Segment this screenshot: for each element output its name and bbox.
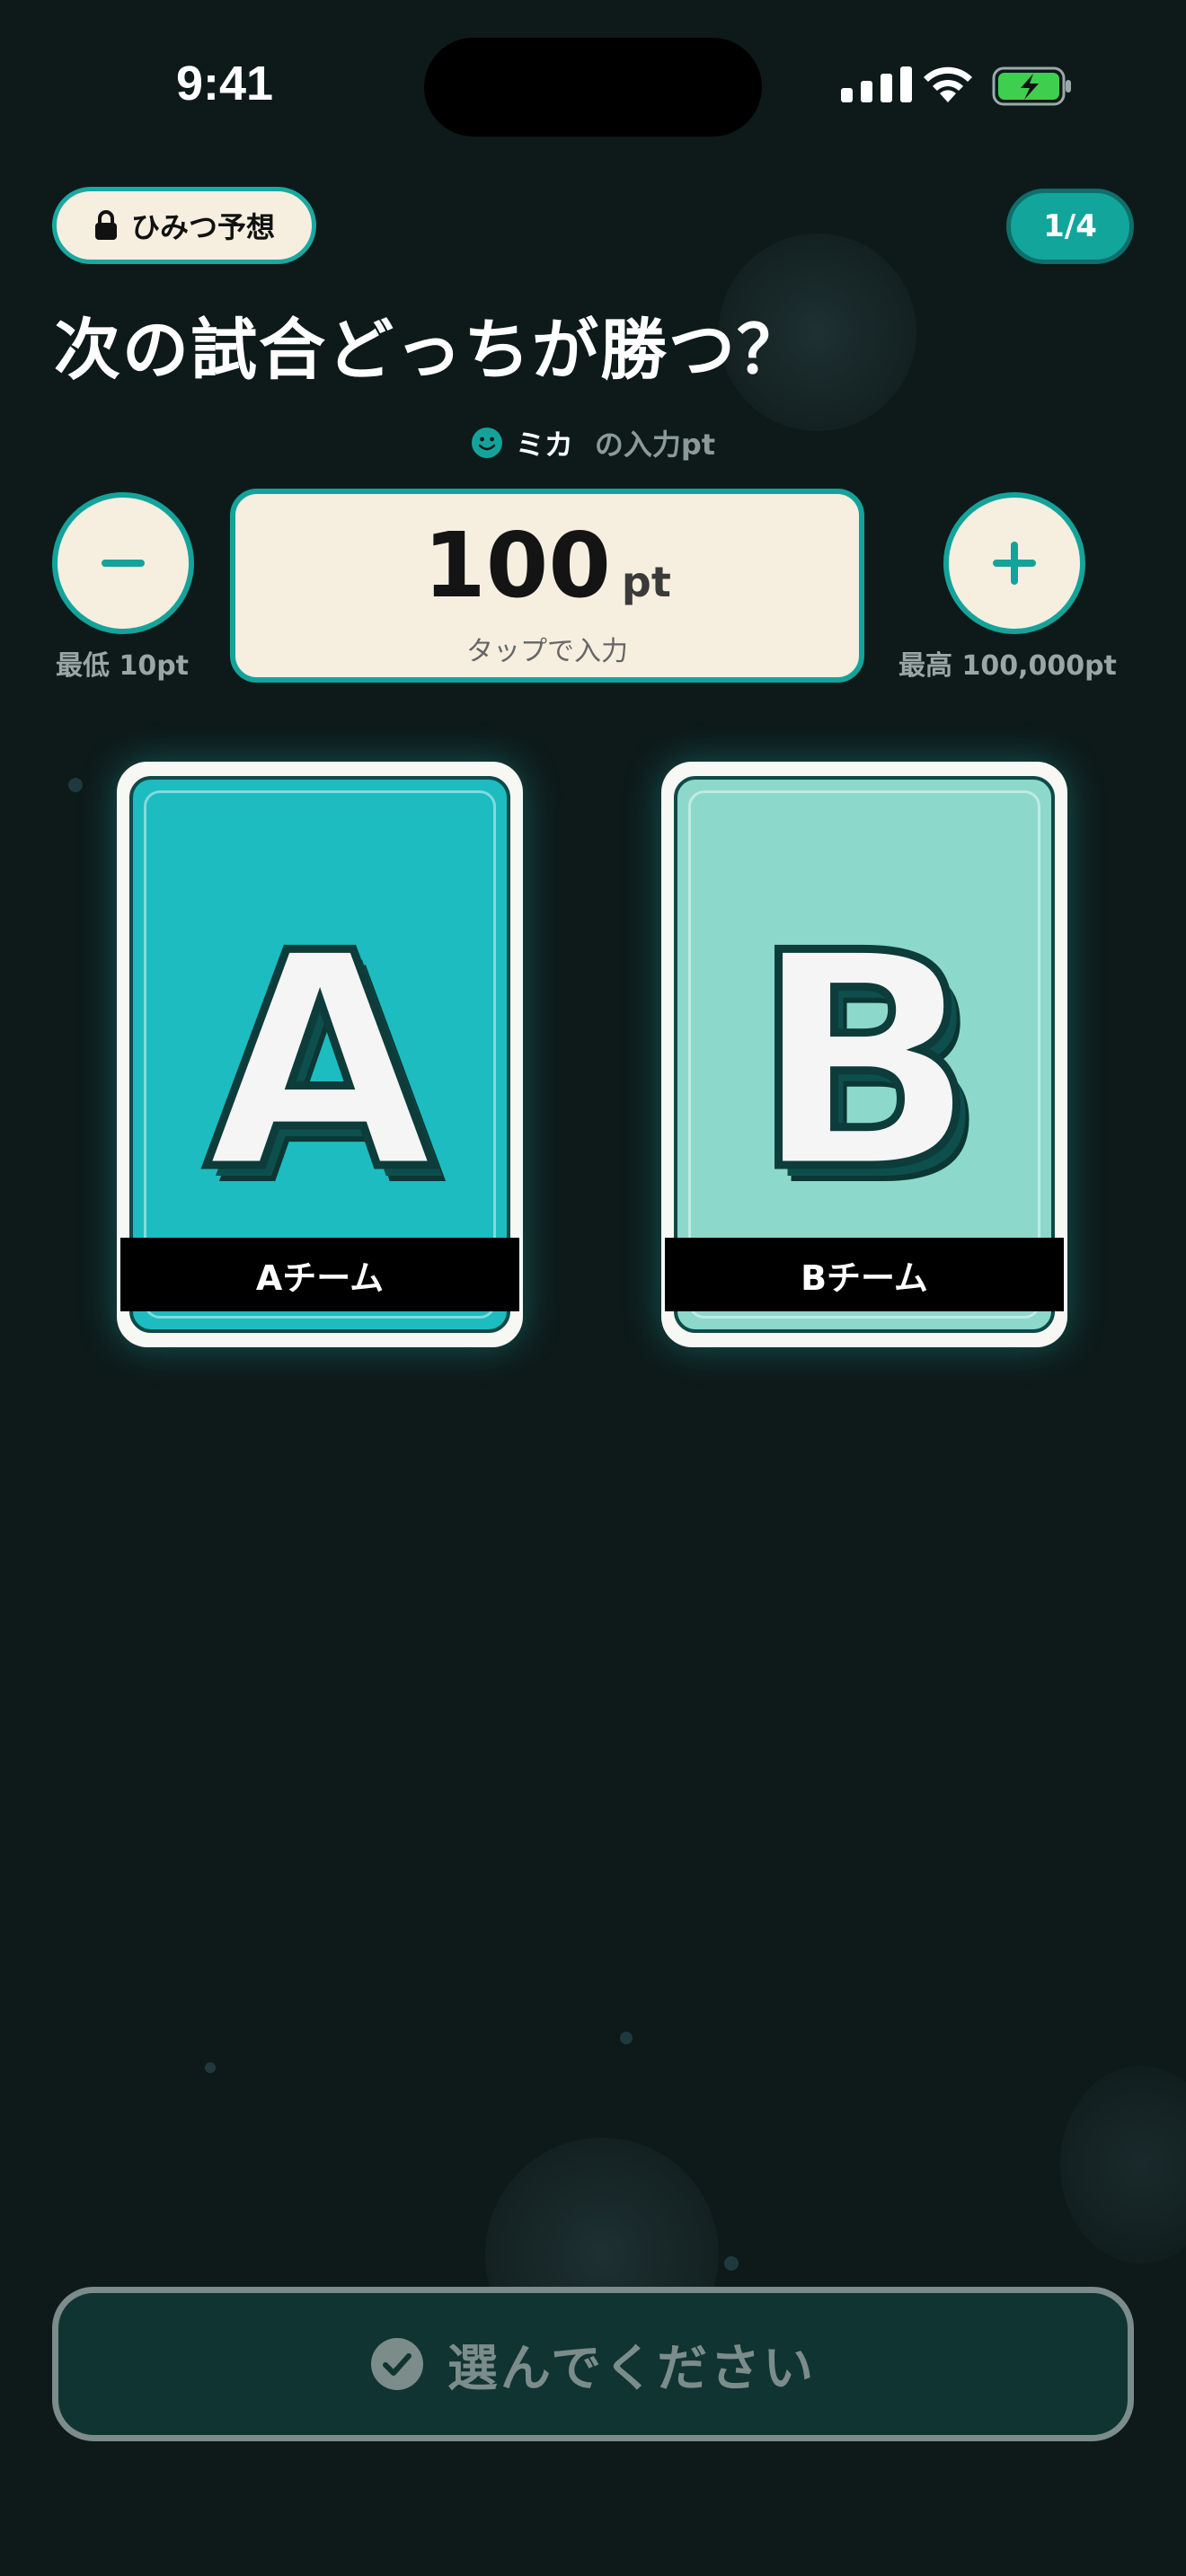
points-input-box[interactable]: 100 pt タップで入力 bbox=[230, 489, 864, 683]
player-input-suffix: の入力pt bbox=[594, 428, 716, 462]
question-progress-badge: 1/4 bbox=[1006, 189, 1134, 264]
points-value: 100 bbox=[423, 513, 611, 618]
status-bar: 9:41 bbox=[0, 0, 1186, 171]
minus-icon bbox=[102, 560, 145, 567]
background-speck bbox=[205, 2062, 216, 2073]
battery-charging-icon bbox=[992, 66, 1071, 106]
max-points-label: 最高 100,000pt bbox=[898, 650, 1117, 682]
wifi-icon bbox=[924, 66, 972, 102]
status-time: 9:41 bbox=[176, 57, 274, 110]
lock-icon bbox=[94, 210, 117, 240]
choose-submit-button[interactable]: 選んでください bbox=[52, 2287, 1134, 2441]
background-texture bbox=[1060, 2066, 1186, 2263]
dynamic-island bbox=[424, 38, 762, 137]
team-b-label: Bチーム bbox=[665, 1238, 1064, 1311]
background-speck bbox=[68, 778, 83, 792]
secret-prediction-badge: ひみつ予想 bbox=[52, 187, 316, 264]
question-title: 次の試合どっちが勝つ？ bbox=[54, 312, 805, 389]
points-unit: pt bbox=[621, 558, 671, 606]
min-points-label: 最低 10pt bbox=[56, 650, 190, 682]
plus-icon bbox=[993, 542, 1036, 585]
team-a-letter: A bbox=[201, 890, 438, 1235]
smiley-face-icon bbox=[471, 428, 502, 458]
cellular-signal-icon bbox=[841, 66, 912, 102]
check-circle-icon bbox=[370, 2338, 423, 2390]
secret-prediction-label: ひみつ予想 bbox=[130, 210, 275, 244]
background-speck bbox=[620, 2032, 633, 2044]
choose-submit-label: 選んでください bbox=[447, 2339, 817, 2398]
player-indicator: ミカ の入力pt bbox=[0, 422, 1186, 463]
team-a-label: Aチーム bbox=[120, 1238, 519, 1311]
background-speck bbox=[724, 2256, 739, 2271]
increase-points-button[interactable] bbox=[943, 492, 1085, 634]
points-input-hint: タップで入力 bbox=[466, 636, 628, 667]
player-name: ミカ bbox=[515, 428, 573, 462]
team-b-letter: B bbox=[748, 890, 982, 1235]
team-a-card[interactable]: A Aチーム bbox=[117, 762, 523, 1347]
team-b-card[interactable]: B Bチーム bbox=[661, 762, 1067, 1347]
decrease-points-button[interactable] bbox=[52, 492, 194, 634]
